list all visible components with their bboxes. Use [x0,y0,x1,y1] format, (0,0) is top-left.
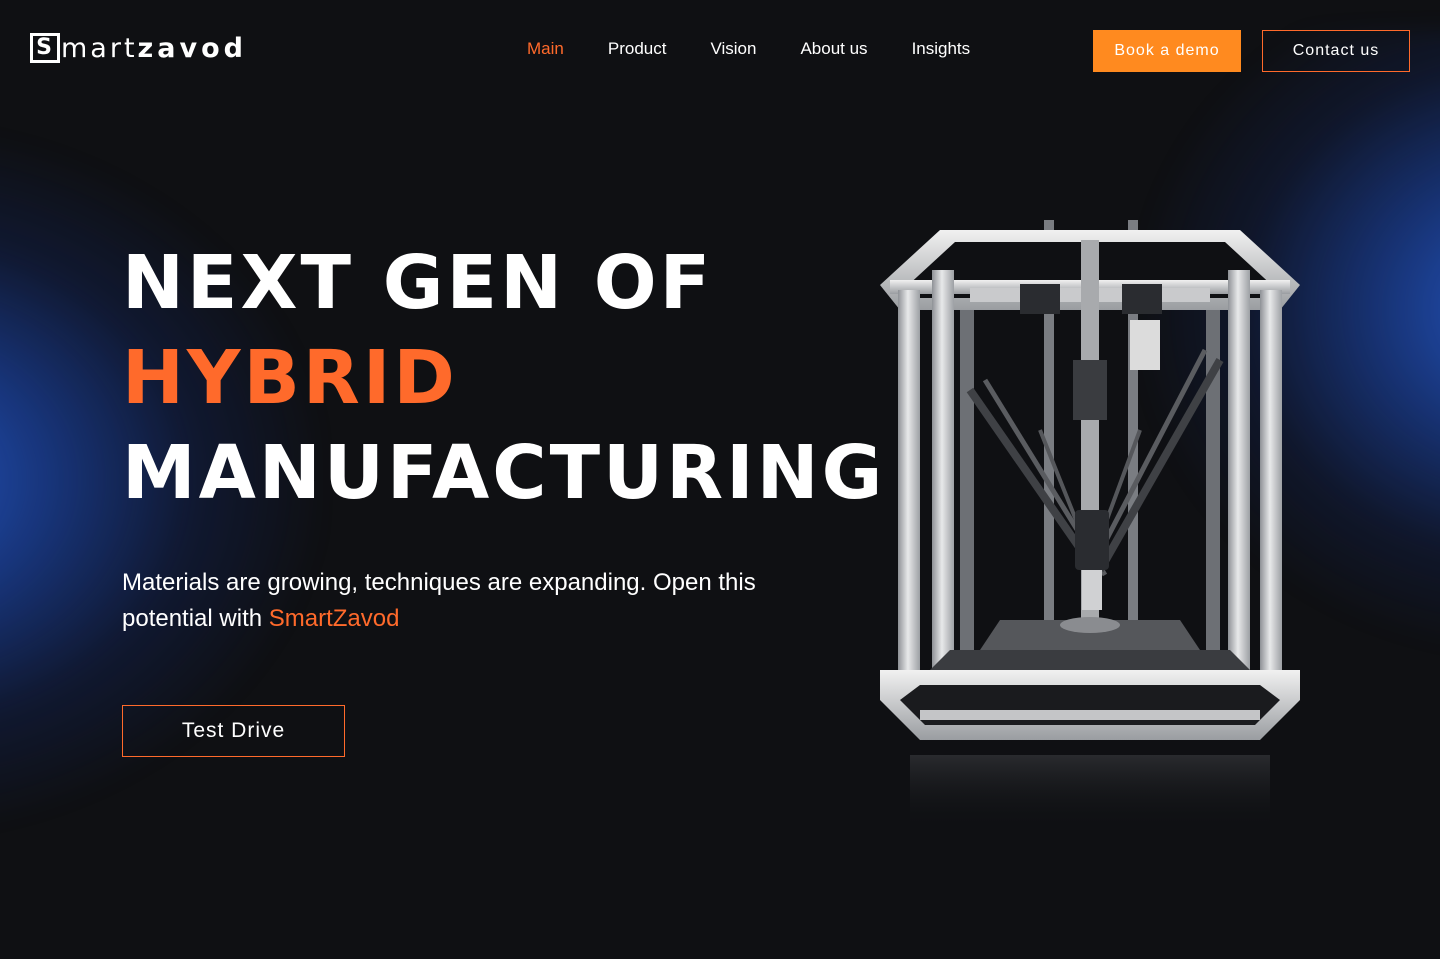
main-nav: Main Product Vision About us Insights [527,38,1014,60]
hero-title-line-2: HYBRID [122,335,458,421]
hero-title-line-3: MANUFACTURING [122,430,886,516]
landing-page: S mart zavod Main Product Vision About u… [0,0,1440,959]
book-demo-button[interactable]: Book a demo [1093,30,1241,72]
contact-us-button[interactable]: Contact us [1262,30,1410,72]
hero-title-line-1: NEXT GEN OF [122,240,714,326]
nav-item-about-us[interactable]: About us [800,38,867,60]
nav-item-main[interactable]: Main [527,38,564,60]
hero-subtitle-brand: SmartZavod [268,605,400,632]
hero-subtitle: Materials are growing, techniques are ex… [122,565,842,637]
logo[interactable]: S mart zavod [30,32,247,64]
hero-title: NEXT GEN OF HYBRID MANUFACTURING [122,236,885,521]
nav-item-insights[interactable]: Insights [912,38,971,60]
logo-mark-icon: S [30,33,60,63]
logo-text-mart: mart [61,32,138,64]
nav-item-product[interactable]: Product [608,38,667,60]
hero-subtitle-text: Materials are growing, techniques are ex… [122,569,756,632]
test-drive-button[interactable]: Test Drive [122,705,345,757]
delta-3d-printer-illustration [880,220,1300,830]
nav-item-vision[interactable]: Vision [710,38,756,60]
logo-text-zavod: zavod [137,32,247,64]
